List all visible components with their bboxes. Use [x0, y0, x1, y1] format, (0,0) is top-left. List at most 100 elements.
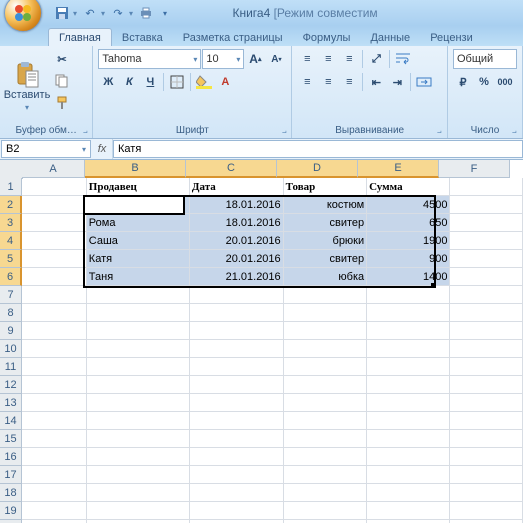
row-header[interactable]: 18 — [0, 484, 22, 502]
copy-icon[interactable] — [52, 71, 72, 91]
comma-icon[interactable]: 000 — [495, 72, 515, 92]
cell[interactable] — [22, 196, 86, 214]
cell[interactable] — [189, 430, 283, 448]
cell[interactable] — [22, 376, 86, 394]
cell[interactable] — [22, 520, 86, 523]
cell[interactable]: 20.01.2016 — [189, 232, 283, 250]
fill-color-icon[interactable] — [194, 72, 214, 92]
font-color-icon[interactable]: A — [215, 72, 235, 92]
cell[interactable] — [450, 214, 523, 232]
currency-icon[interactable]: ₽ — [453, 72, 473, 92]
cell[interactable] — [22, 484, 86, 502]
cell[interactable]: Саша — [86, 232, 189, 250]
cell[interactable] — [22, 466, 86, 484]
print-icon[interactable] — [138, 5, 154, 21]
row-header[interactable]: 16 — [0, 448, 22, 466]
align-top-icon[interactable]: ≡ — [297, 49, 317, 69]
font-family-combo[interactable]: Tahoma▾ — [98, 49, 201, 69]
cell[interactable] — [450, 232, 523, 250]
qat-more-icon[interactable]: ▾ — [157, 5, 173, 21]
cell[interactable] — [189, 484, 283, 502]
cell[interactable] — [22, 178, 86, 196]
number-format-combo[interactable]: Общий — [453, 49, 517, 69]
row-header[interactable]: 3 — [0, 214, 22, 232]
cell[interactable]: 1900 — [367, 232, 450, 250]
tab-insert[interactable]: Вставка — [112, 29, 173, 46]
cell[interactable] — [283, 304, 366, 322]
cell[interactable]: 21.01.2016 — [189, 268, 283, 286]
cell[interactable] — [22, 304, 86, 322]
tab-layout[interactable]: Разметка страницы — [173, 29, 293, 46]
row-header[interactable]: 13 — [0, 394, 22, 412]
cell[interactable] — [450, 358, 523, 376]
grow-font-icon[interactable]: A▴ — [245, 49, 265, 69]
cell[interactable] — [283, 448, 366, 466]
wrap-text-icon[interactable] — [393, 49, 413, 69]
cell[interactable]: 18.01.2016 — [189, 214, 283, 232]
cell[interactable]: Рома — [86, 214, 189, 232]
cell[interactable] — [367, 412, 450, 430]
cell[interactable] — [283, 430, 366, 448]
cell[interactable]: 650 — [367, 214, 450, 232]
col-header-B[interactable]: B — [85, 160, 186, 178]
cell[interactable] — [367, 466, 450, 484]
fx-button[interactable]: fx — [92, 139, 113, 159]
shrink-font-icon[interactable]: A▾ — [266, 49, 286, 69]
align-right-icon[interactable]: ≡ — [339, 72, 359, 92]
cell[interactable]: юбка — [283, 268, 366, 286]
cell[interactable] — [86, 322, 189, 340]
row-header[interactable]: 2 — [0, 196, 22, 214]
increase-indent-icon[interactable]: ⇥ — [387, 72, 407, 92]
cell[interactable]: Продавец — [86, 178, 189, 196]
paste-button[interactable]: Вставить ▾ — [5, 49, 49, 125]
row-header[interactable]: 19 — [0, 502, 22, 520]
cell[interactable] — [22, 340, 86, 358]
cell[interactable] — [22, 322, 86, 340]
cell[interactable] — [283, 466, 366, 484]
cell[interactable] — [22, 394, 86, 412]
cell[interactable] — [450, 412, 523, 430]
cell[interactable]: 1400 — [367, 268, 450, 286]
row-header[interactable]: 9 — [0, 322, 22, 340]
cell[interactable] — [450, 322, 523, 340]
cell[interactable] — [189, 520, 283, 523]
cell[interactable] — [86, 340, 189, 358]
cell[interactable]: Таня — [86, 268, 189, 286]
cell[interactable] — [283, 376, 366, 394]
cell[interactable] — [86, 520, 189, 523]
cell[interactable] — [367, 376, 450, 394]
cell[interactable] — [86, 430, 189, 448]
cell[interactable]: Сумма — [367, 178, 450, 196]
cell[interactable] — [86, 358, 189, 376]
cell[interactable] — [367, 448, 450, 466]
chevron-down-icon[interactable]: ▾ — [129, 9, 135, 18]
col-header-E[interactable]: E — [358, 160, 439, 178]
name-box[interactable]: B2▾ — [1, 140, 91, 158]
cell[interactable] — [189, 376, 283, 394]
row-header[interactable]: 12 — [0, 376, 22, 394]
cell[interactable] — [22, 430, 86, 448]
cell[interactable] — [22, 268, 86, 286]
cell[interactable] — [22, 448, 86, 466]
bold-button[interactable]: Ж — [98, 72, 118, 92]
cell[interactable] — [367, 520, 450, 523]
cell[interactable] — [450, 250, 523, 268]
cell[interactable]: Катя — [86, 196, 189, 214]
cell[interactable]: Товар — [283, 178, 366, 196]
cell[interactable] — [450, 484, 523, 502]
cell[interactable] — [283, 520, 366, 523]
cell[interactable] — [22, 232, 86, 250]
cell[interactable]: свитер — [283, 214, 366, 232]
row-header[interactable]: 11 — [0, 358, 22, 376]
tab-home[interactable]: Главная — [48, 28, 112, 46]
cell[interactable] — [450, 502, 523, 520]
cell[interactable] — [86, 466, 189, 484]
cell[interactable] — [367, 502, 450, 520]
save-icon[interactable] — [54, 5, 70, 21]
cell[interactable] — [22, 502, 86, 520]
cell[interactable] — [450, 520, 523, 523]
cell[interactable] — [86, 394, 189, 412]
cell[interactable] — [22, 250, 86, 268]
formula-bar[interactable]: Катя — [113, 140, 523, 158]
row-header[interactable]: 7 — [0, 286, 22, 304]
